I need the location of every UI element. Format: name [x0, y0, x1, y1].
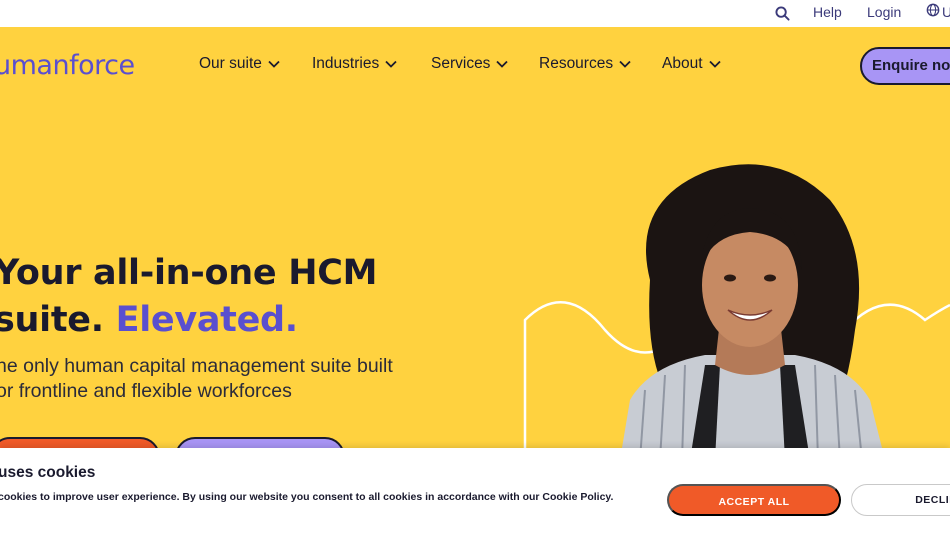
- nav-item-our-suite[interactable]: Our suite: [199, 55, 280, 73]
- region-selector[interactable]: U: [926, 3, 950, 20]
- hero-subtitle-line1: he only human capital management suite b…: [0, 355, 393, 377]
- chevron-down-icon: [268, 60, 280, 68]
- search-icon[interactable]: [773, 4, 791, 22]
- hero-subtitle-line2: or frontline and flexible workforces: [0, 380, 292, 402]
- accept-all-button[interactable]: ACCEPT ALL: [667, 484, 841, 516]
- chevron-down-icon: [708, 60, 721, 68]
- utility-bar: Help Login U: [0, 0, 950, 27]
- nav-item-label: Our suite: [199, 55, 262, 72]
- cookie-message: cookies to improve user experience. By u…: [0, 491, 614, 503]
- enquire-now-button[interactable]: Enquire no: [860, 47, 950, 85]
- chevron-down-icon: [619, 60, 631, 68]
- cookie-banner: uses cookies cookies to improve user exp…: [0, 448, 950, 534]
- hero-heading-line1: Your all-in-one HCM: [0, 253, 378, 293]
- chevron-down-icon: [385, 60, 397, 68]
- nav-item-label: About: [662, 55, 703, 72]
- help-link[interactable]: Help: [813, 4, 842, 20]
- nav-item-resources[interactable]: Resources: [539, 55, 631, 73]
- login-link[interactable]: Login: [867, 4, 901, 20]
- nav-item-label: Services: [431, 55, 491, 72]
- nav-item-services[interactable]: Services: [431, 55, 509, 73]
- brand-logo[interactable]: umanforce: [0, 50, 135, 81]
- hero-person-image: [620, 164, 885, 460]
- chevron-down-icon: [496, 60, 509, 68]
- nav-item-label: Industries: [312, 55, 380, 72]
- decline-button[interactable]: DECLINE: [851, 484, 950, 516]
- hero-heading-line2: suite.: [0, 300, 116, 340]
- nav-item-industries[interactable]: Industries: [312, 55, 397, 73]
- cookie-title: uses cookies: [0, 464, 96, 481]
- hero-heading: Your all-in-one HCM suite. Elevated.: [0, 250, 377, 344]
- globe-icon: [926, 3, 940, 20]
- nav-item-about[interactable]: About: [662, 55, 721, 73]
- main-nav: umanforce Our suite Industries Services …: [0, 27, 950, 105]
- hero-heading-accent: Elevated.: [115, 300, 299, 340]
- hero-subtitle: he only human capital management suite b…: [0, 354, 393, 404]
- region-label: U: [942, 3, 950, 20]
- nav-item-label: Resources: [539, 55, 614, 72]
